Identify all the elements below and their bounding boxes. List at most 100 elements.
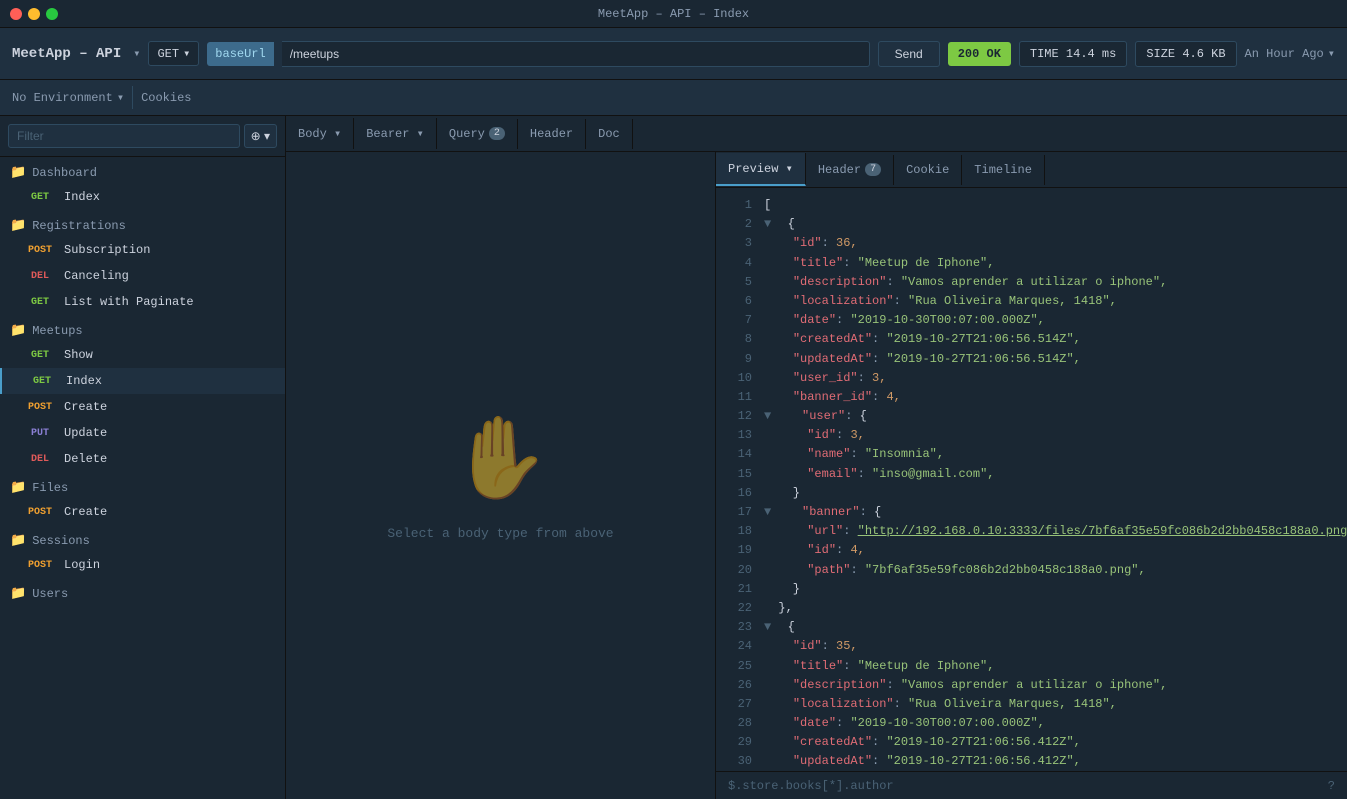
collapse-toggle[interactable]: ▼ bbox=[764, 505, 771, 519]
line-number: 19 bbox=[724, 541, 752, 560]
sidebar-item-create[interactable]: POSTCreate bbox=[0, 394, 285, 420]
line-content: "id": 35, bbox=[764, 637, 858, 656]
json-value: "Meetup de Iphone", bbox=[858, 659, 995, 673]
collapse-toggle[interactable]: ▼ bbox=[764, 409, 771, 423]
json-key: "user" bbox=[802, 409, 845, 423]
json-key: "localization" bbox=[793, 294, 894, 308]
json-url-value[interactable]: "http://192.168.0.10:3333/files/7bf6af35… bbox=[858, 524, 1347, 538]
json-line: 27 "localization": "Rua Oliveira Marques… bbox=[716, 695, 1347, 714]
sidebar-item-list-with-paginate[interactable]: GETList with Paginate bbox=[0, 289, 285, 315]
line-content: "description": "Vamos aprender a utiliza… bbox=[764, 273, 1167, 292]
json-line: 4 "title": "Meetup de Iphone", bbox=[716, 254, 1347, 273]
req-tab-bearer[interactable]: Bearer ▾ bbox=[354, 118, 437, 149]
line-number: 8 bbox=[724, 330, 752, 349]
send-button[interactable]: Send bbox=[878, 41, 940, 67]
sidebar-item-canceling[interactable]: DELCanceling bbox=[0, 263, 285, 289]
json-line: 18 "url": "http://192.168.0.10:3333/file… bbox=[716, 522, 1347, 541]
json-value: "2019-10-30T00:07:00.000Z", bbox=[850, 313, 1044, 327]
sidebar-item-index[interactable]: GETIndex bbox=[0, 368, 285, 394]
req-tab-query[interactable]: Query 2 bbox=[437, 119, 518, 149]
line-number: 15 bbox=[724, 465, 752, 484]
line-content: } bbox=[764, 580, 800, 599]
collapse-toggle[interactable]: ▼ bbox=[764, 217, 771, 231]
line-number: 30 bbox=[724, 752, 752, 771]
resp-tab-timeline[interactable]: Timeline bbox=[962, 155, 1045, 185]
sidebar-item-update[interactable]: PUTUpdate bbox=[0, 420, 285, 446]
time-ago[interactable]: An Hour Ago ▾ bbox=[1245, 46, 1335, 61]
collapse-toggle[interactable]: ▼ bbox=[764, 620, 771, 634]
line-number: 20 bbox=[724, 561, 752, 580]
req-tab-body[interactable]: Body ▾ bbox=[286, 118, 354, 149]
sidebar-item-login[interactable]: POSTLogin bbox=[0, 552, 285, 578]
maximize-button[interactable] bbox=[46, 8, 58, 20]
line-content: "path": "7bf6af35e59fc086b2d2bb0458c188a… bbox=[764, 561, 1146, 580]
item-label: Create bbox=[64, 505, 107, 519]
req-tab-header[interactable]: Header bbox=[518, 119, 586, 149]
bracket: [ bbox=[764, 198, 771, 212]
section-header-dashboard[interactable]: 📁Dashboard bbox=[0, 157, 285, 184]
section-header-registrations[interactable]: 📁Registrations bbox=[0, 210, 285, 237]
json-key: "updatedAt" bbox=[793, 352, 872, 366]
method-badge: POST bbox=[24, 244, 56, 257]
sidebar-item-subscription[interactable]: POSTSubscription bbox=[0, 237, 285, 263]
json-value: "Insomnia", bbox=[865, 447, 944, 461]
section-header-files[interactable]: 📁Files bbox=[0, 472, 285, 499]
line-content: ▼ { bbox=[764, 618, 795, 637]
resp-tab-header[interactable]: Header 7 bbox=[806, 155, 894, 185]
json-line: 23▼ { bbox=[716, 618, 1347, 637]
time-ago-dropdown-icon: ▾ bbox=[1328, 46, 1335, 61]
sidebar-item-index[interactable]: GETIndex bbox=[0, 184, 285, 210]
sidebar-item-delete[interactable]: DELDelete bbox=[0, 446, 285, 472]
environment-selector[interactable]: No Environment ▾ bbox=[4, 86, 133, 109]
line-content: "email": "inso@gmail.com", bbox=[764, 465, 994, 484]
titlebar: MeetApp – API – Index bbox=[0, 0, 1347, 28]
line-content: "name": "Insomnia", bbox=[764, 445, 944, 464]
line-number: 29 bbox=[724, 733, 752, 752]
method-badge: GET bbox=[24, 296, 56, 309]
close-button[interactable] bbox=[10, 8, 22, 20]
sidebar-item-create[interactable]: POST Create bbox=[0, 499, 285, 525]
method-label: GET bbox=[157, 47, 179, 61]
json-value: "2019-10-30T00:07:00.000Z", bbox=[850, 716, 1044, 730]
line-content: "updatedAt": "2019-10-27T21:06:56.412Z", bbox=[764, 752, 1081, 771]
json-line: 20 "path": "7bf6af35e59fc086b2d2bb0458c1… bbox=[716, 561, 1347, 580]
sidebar-item-show[interactable]: GETShow bbox=[0, 342, 285, 368]
response-panel: Preview ▾Header 7CookieTimeline 1[2▼ {3 … bbox=[716, 152, 1347, 799]
bracket: { bbox=[773, 620, 795, 634]
cookies-button[interactable]: Cookies bbox=[133, 87, 199, 109]
folder-icon: 📁 bbox=[10, 323, 26, 338]
line-number: 5 bbox=[724, 273, 752, 292]
json-value: "7bf6af35e59fc086b2d2bb0458c188a0.png", bbox=[865, 563, 1146, 577]
jq-filter[interactable]: $.store.books[*].author bbox=[728, 779, 894, 793]
add-button[interactable]: ⊕ ▾ bbox=[244, 124, 277, 148]
filter-input[interactable] bbox=[8, 124, 240, 148]
method-badge: POST bbox=[24, 506, 56, 519]
size-badge: SIZE 4.6 KB bbox=[1135, 41, 1236, 67]
app-title-dropdown-icon[interactable]: ▾ bbox=[133, 46, 140, 61]
help-icon[interactable]: ? bbox=[1328, 779, 1335, 793]
line-content: "date": "2019-10-30T00:07:00.000Z", bbox=[764, 714, 1045, 733]
environment-label: No Environment bbox=[12, 91, 113, 105]
resp-tab-preview[interactable]: Preview ▾ bbox=[716, 153, 806, 186]
minimize-button[interactable] bbox=[28, 8, 40, 20]
method-select[interactable]: GET ▾ bbox=[148, 41, 199, 66]
method-badge: GET bbox=[26, 375, 58, 388]
req-tab-doc[interactable]: Doc bbox=[586, 119, 633, 149]
section-label: Dashboard bbox=[32, 166, 97, 180]
json-value: "2019-10-27T21:06:56.514Z", bbox=[886, 352, 1080, 366]
json-key: "id" bbox=[807, 428, 836, 442]
line-content: "localization": "Rua Oliveira Marques, 1… bbox=[764, 292, 1117, 311]
item-label: Create bbox=[64, 400, 107, 414]
line-number: 11 bbox=[724, 388, 752, 407]
section-header-meetups[interactable]: 📁Meetups bbox=[0, 315, 285, 342]
line-number: 27 bbox=[724, 695, 752, 714]
section-header-sessions[interactable]: 📁Sessions bbox=[0, 525, 285, 552]
url-path-input[interactable] bbox=[282, 41, 870, 67]
sidebar: ⊕ ▾ 📁DashboardGETIndex📁RegistrationsPOST… bbox=[0, 116, 286, 799]
base-url-label[interactable]: baseUrl bbox=[207, 42, 273, 66]
section-header-users[interactable]: 📁Users bbox=[0, 578, 285, 605]
resp-tab-cookie[interactable]: Cookie bbox=[894, 155, 962, 185]
json-key: "user_id" bbox=[793, 371, 858, 385]
environment-dropdown-icon: ▾ bbox=[117, 90, 124, 105]
json-key: "id" bbox=[793, 639, 822, 653]
